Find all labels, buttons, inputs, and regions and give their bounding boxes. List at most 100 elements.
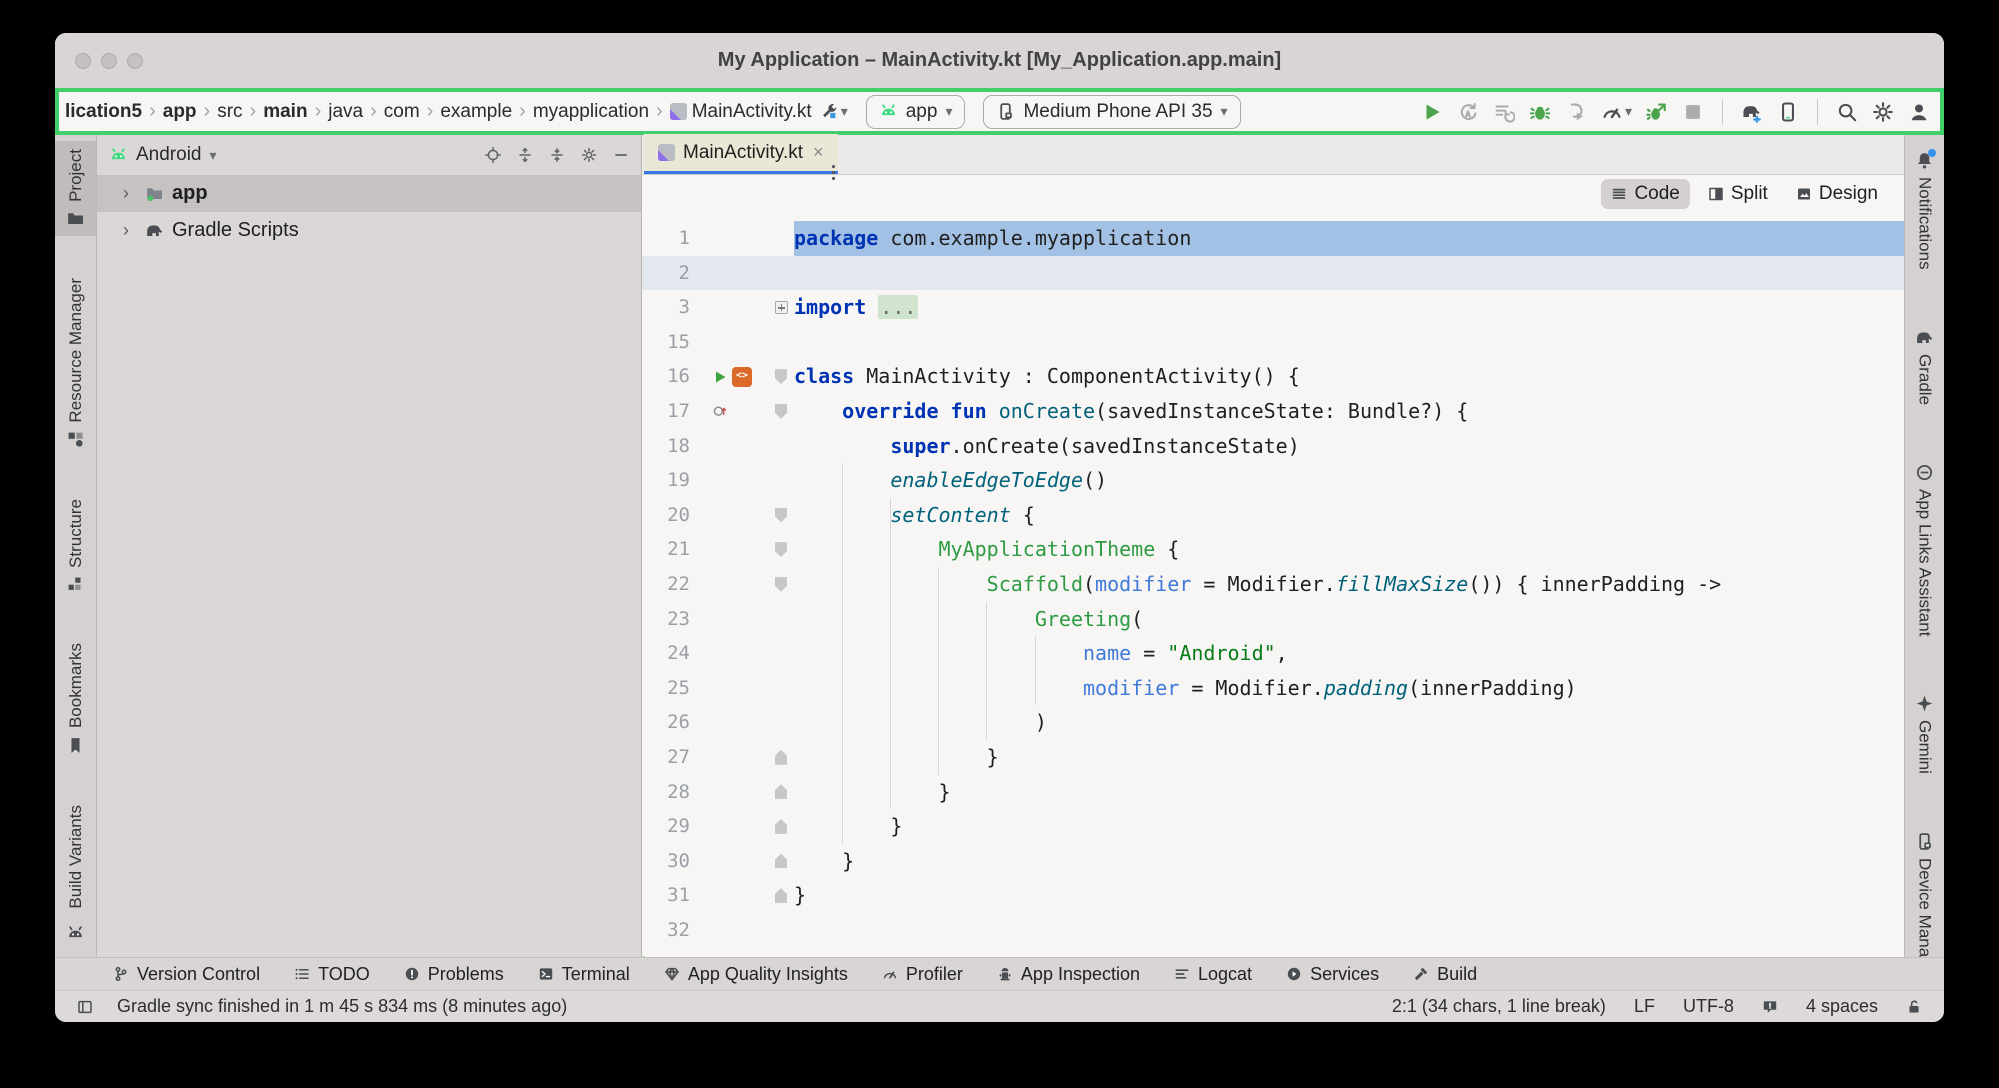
minus-icon[interactable]	[613, 147, 629, 163]
toolwindow-button-terminal[interactable]: Terminal	[538, 964, 630, 985]
breadcrumb-myapplication[interactable]: myapplication	[533, 101, 649, 123]
account-button[interactable]	[1908, 101, 1930, 123]
code-line-31[interactable]: 31}	[642, 878, 1904, 913]
fold-marker-open[interactable]	[775, 542, 787, 557]
layout-icon[interactable]	[77, 999, 93, 1015]
search-everywhere-button[interactable]	[1836, 101, 1858, 123]
code-line-2[interactable]: 2	[642, 256, 1904, 291]
device-manager-button[interactable]	[1777, 101, 1799, 123]
breadcrumb-app[interactable]: app	[163, 101, 197, 123]
code-line-24[interactable]: 24 name = "Android",	[642, 636, 1904, 671]
breadcrumb-java[interactable]: java	[328, 101, 363, 123]
close-button[interactable]	[75, 53, 91, 69]
profiler-button[interactable]: ▾	[1601, 101, 1632, 123]
feedback-icon[interactable]	[1762, 999, 1778, 1015]
toolwindow-button-build[interactable]: Build	[1413, 964, 1477, 985]
code-line-15[interactable]: 15	[642, 325, 1904, 360]
toolwindow-button-app-quality-insights[interactable]: App Quality Insights	[664, 964, 848, 985]
tool-stripe-build-variants[interactable]: Build Variants	[55, 797, 96, 917]
code-line-17[interactable]: 17 override fun onCreate(savedInstanceSt…	[642, 394, 1904, 429]
apply-code-changes-button[interactable]	[1493, 101, 1515, 123]
debug-button[interactable]	[1529, 101, 1551, 123]
breadcrumb-src[interactable]: src	[217, 101, 242, 123]
code-line-16[interactable]: 16<>class MainActivity : ComponentActivi…	[642, 359, 1904, 394]
compose-preview-icon[interactable]: <>	[732, 367, 752, 387]
chevron-down-icon[interactable]: ▾	[210, 147, 217, 164]
run-button[interactable]	[1421, 101, 1443, 123]
code-line-27[interactable]: 27 }	[642, 740, 1904, 775]
breadcrumb-example[interactable]: example	[440, 101, 512, 123]
line-separator[interactable]: LF	[1634, 996, 1655, 1017]
code-line-28[interactable]: 28 }	[642, 775, 1904, 810]
tool-stripe-resource-manager[interactable]: Resource Manager	[55, 270, 96, 457]
tree-item-gradle-scripts[interactable]: ›Gradle Scripts	[97, 212, 641, 249]
indent-setting[interactable]: 4 spaces	[1806, 996, 1878, 1017]
tool-stripe-app-links-assistant[interactable]: App Links Assistant	[1905, 455, 1944, 644]
tool-stripe-structure[interactable]: Structure	[55, 491, 96, 602]
toolwindow-button-logcat[interactable]: Logcat	[1174, 964, 1252, 985]
breadcrumb-lication5[interactable]: lication5	[65, 101, 142, 123]
tree-item-app[interactable]: ›app	[97, 175, 641, 212]
file-encoding[interactable]: UTF-8	[1683, 996, 1734, 1017]
settings-button[interactable]	[1872, 101, 1894, 123]
profile-app-button[interactable]	[1646, 101, 1668, 123]
code-line-3[interactable]: 3import ...	[642, 290, 1904, 325]
minimize-button[interactable]	[101, 53, 117, 69]
mode-design-button[interactable]: Design	[1786, 179, 1888, 209]
code-line-26[interactable]: 26 )	[642, 705, 1904, 740]
code-line-32[interactable]: 32	[642, 913, 1904, 948]
unlock-icon[interactable]	[1906, 999, 1922, 1015]
target-icon[interactable]	[485, 147, 501, 163]
inspections-ok-check-icon[interactable]	[642, 953, 647, 957]
code-line-18[interactable]: 18 super.onCreate(savedInstanceState)	[642, 429, 1904, 464]
tool-stripe-running-devices[interactable]	[55, 916, 96, 951]
build-tool-dropdown[interactable]: ▾	[820, 102, 848, 121]
device-select[interactable]: Medium Phone API 35 ▾	[983, 95, 1240, 129]
code-line-22[interactable]: 22 Scaffold(modifier = Modifier.fillMaxS…	[642, 567, 1904, 602]
run-gutter-icon[interactable]	[712, 369, 728, 385]
fold-marker-close[interactable]	[775, 750, 787, 765]
caret-position[interactable]: 2:1 (34 chars, 1 line break)	[1392, 996, 1606, 1017]
code-editor[interactable]: 1package com.example.myapplication23impo…	[642, 213, 1904, 957]
toolwindow-button-app-inspection[interactable]: App Inspection	[997, 964, 1140, 985]
tool-stripe-bookmarks[interactable]: Bookmarks	[55, 635, 96, 762]
breadcrumb-com[interactable]: com	[384, 101, 420, 123]
code-line-19[interactable]: 19 enableEdgeToEdge()	[642, 463, 1904, 498]
fold-marker-close[interactable]	[775, 853, 787, 868]
expand-chevron-icon[interactable]: ›	[123, 220, 137, 241]
sync-project-button[interactable]	[1741, 101, 1763, 123]
code-line-23[interactable]: 23 Greeting(	[642, 602, 1904, 637]
mode-split-button[interactable]: Split	[1698, 179, 1778, 209]
attach-debugger-button[interactable]	[1565, 101, 1587, 123]
fold-marker-close[interactable]	[775, 784, 787, 799]
tool-stripe-gemini[interactable]: Gemini	[1905, 686, 1944, 782]
collapse-all-icon[interactable]	[549, 147, 565, 163]
fold-marker-open[interactable]	[775, 369, 787, 384]
stop-button[interactable]	[1682, 101, 1704, 123]
code-line-1[interactable]: 1package com.example.myapplication	[642, 221, 1904, 256]
fold-marker-open[interactable]	[775, 508, 787, 523]
breadcrumb-mainactivity.kt[interactable]: MainActivity.kt	[670, 101, 812, 123]
fold-marker-open[interactable]	[775, 404, 787, 419]
toolwindow-button-services[interactable]: Services	[1286, 964, 1379, 985]
fold-marker-open[interactable]	[775, 577, 787, 592]
code-line-30[interactable]: 30 }	[642, 844, 1904, 879]
tool-stripe-notifications[interactable]: Notifications	[1905, 143, 1944, 278]
expand-all-icon[interactable]	[517, 147, 533, 163]
tab-options-kebab-icon[interactable]	[824, 163, 843, 182]
code-line-21[interactable]: 21 MyApplicationTheme {	[642, 532, 1904, 567]
fold-marker-plus[interactable]	[775, 301, 788, 314]
mode-code-button[interactable]: Code	[1601, 179, 1689, 209]
overrides-method-icon[interactable]	[712, 403, 728, 419]
fold-marker-close[interactable]	[775, 819, 787, 834]
code-line-29[interactable]: 29 }	[642, 809, 1904, 844]
tool-stripe-project[interactable]: Project	[55, 141, 96, 236]
project-view-selector[interactable]: Android	[136, 144, 202, 166]
expand-chevron-icon[interactable]: ›	[123, 183, 137, 204]
toolwindow-button-version-control[interactable]: Version Control	[113, 964, 260, 985]
gear-icon[interactable]	[581, 147, 597, 163]
apply-changes-button[interactable]	[1457, 101, 1479, 123]
tab-mainactivity[interactable]: MainActivity.kt ×	[644, 134, 838, 174]
code-line-25[interactable]: 25 modifier = Modifier.padding(innerPadd…	[642, 671, 1904, 706]
toolwindow-button-problems[interactable]: Problems	[404, 964, 504, 985]
